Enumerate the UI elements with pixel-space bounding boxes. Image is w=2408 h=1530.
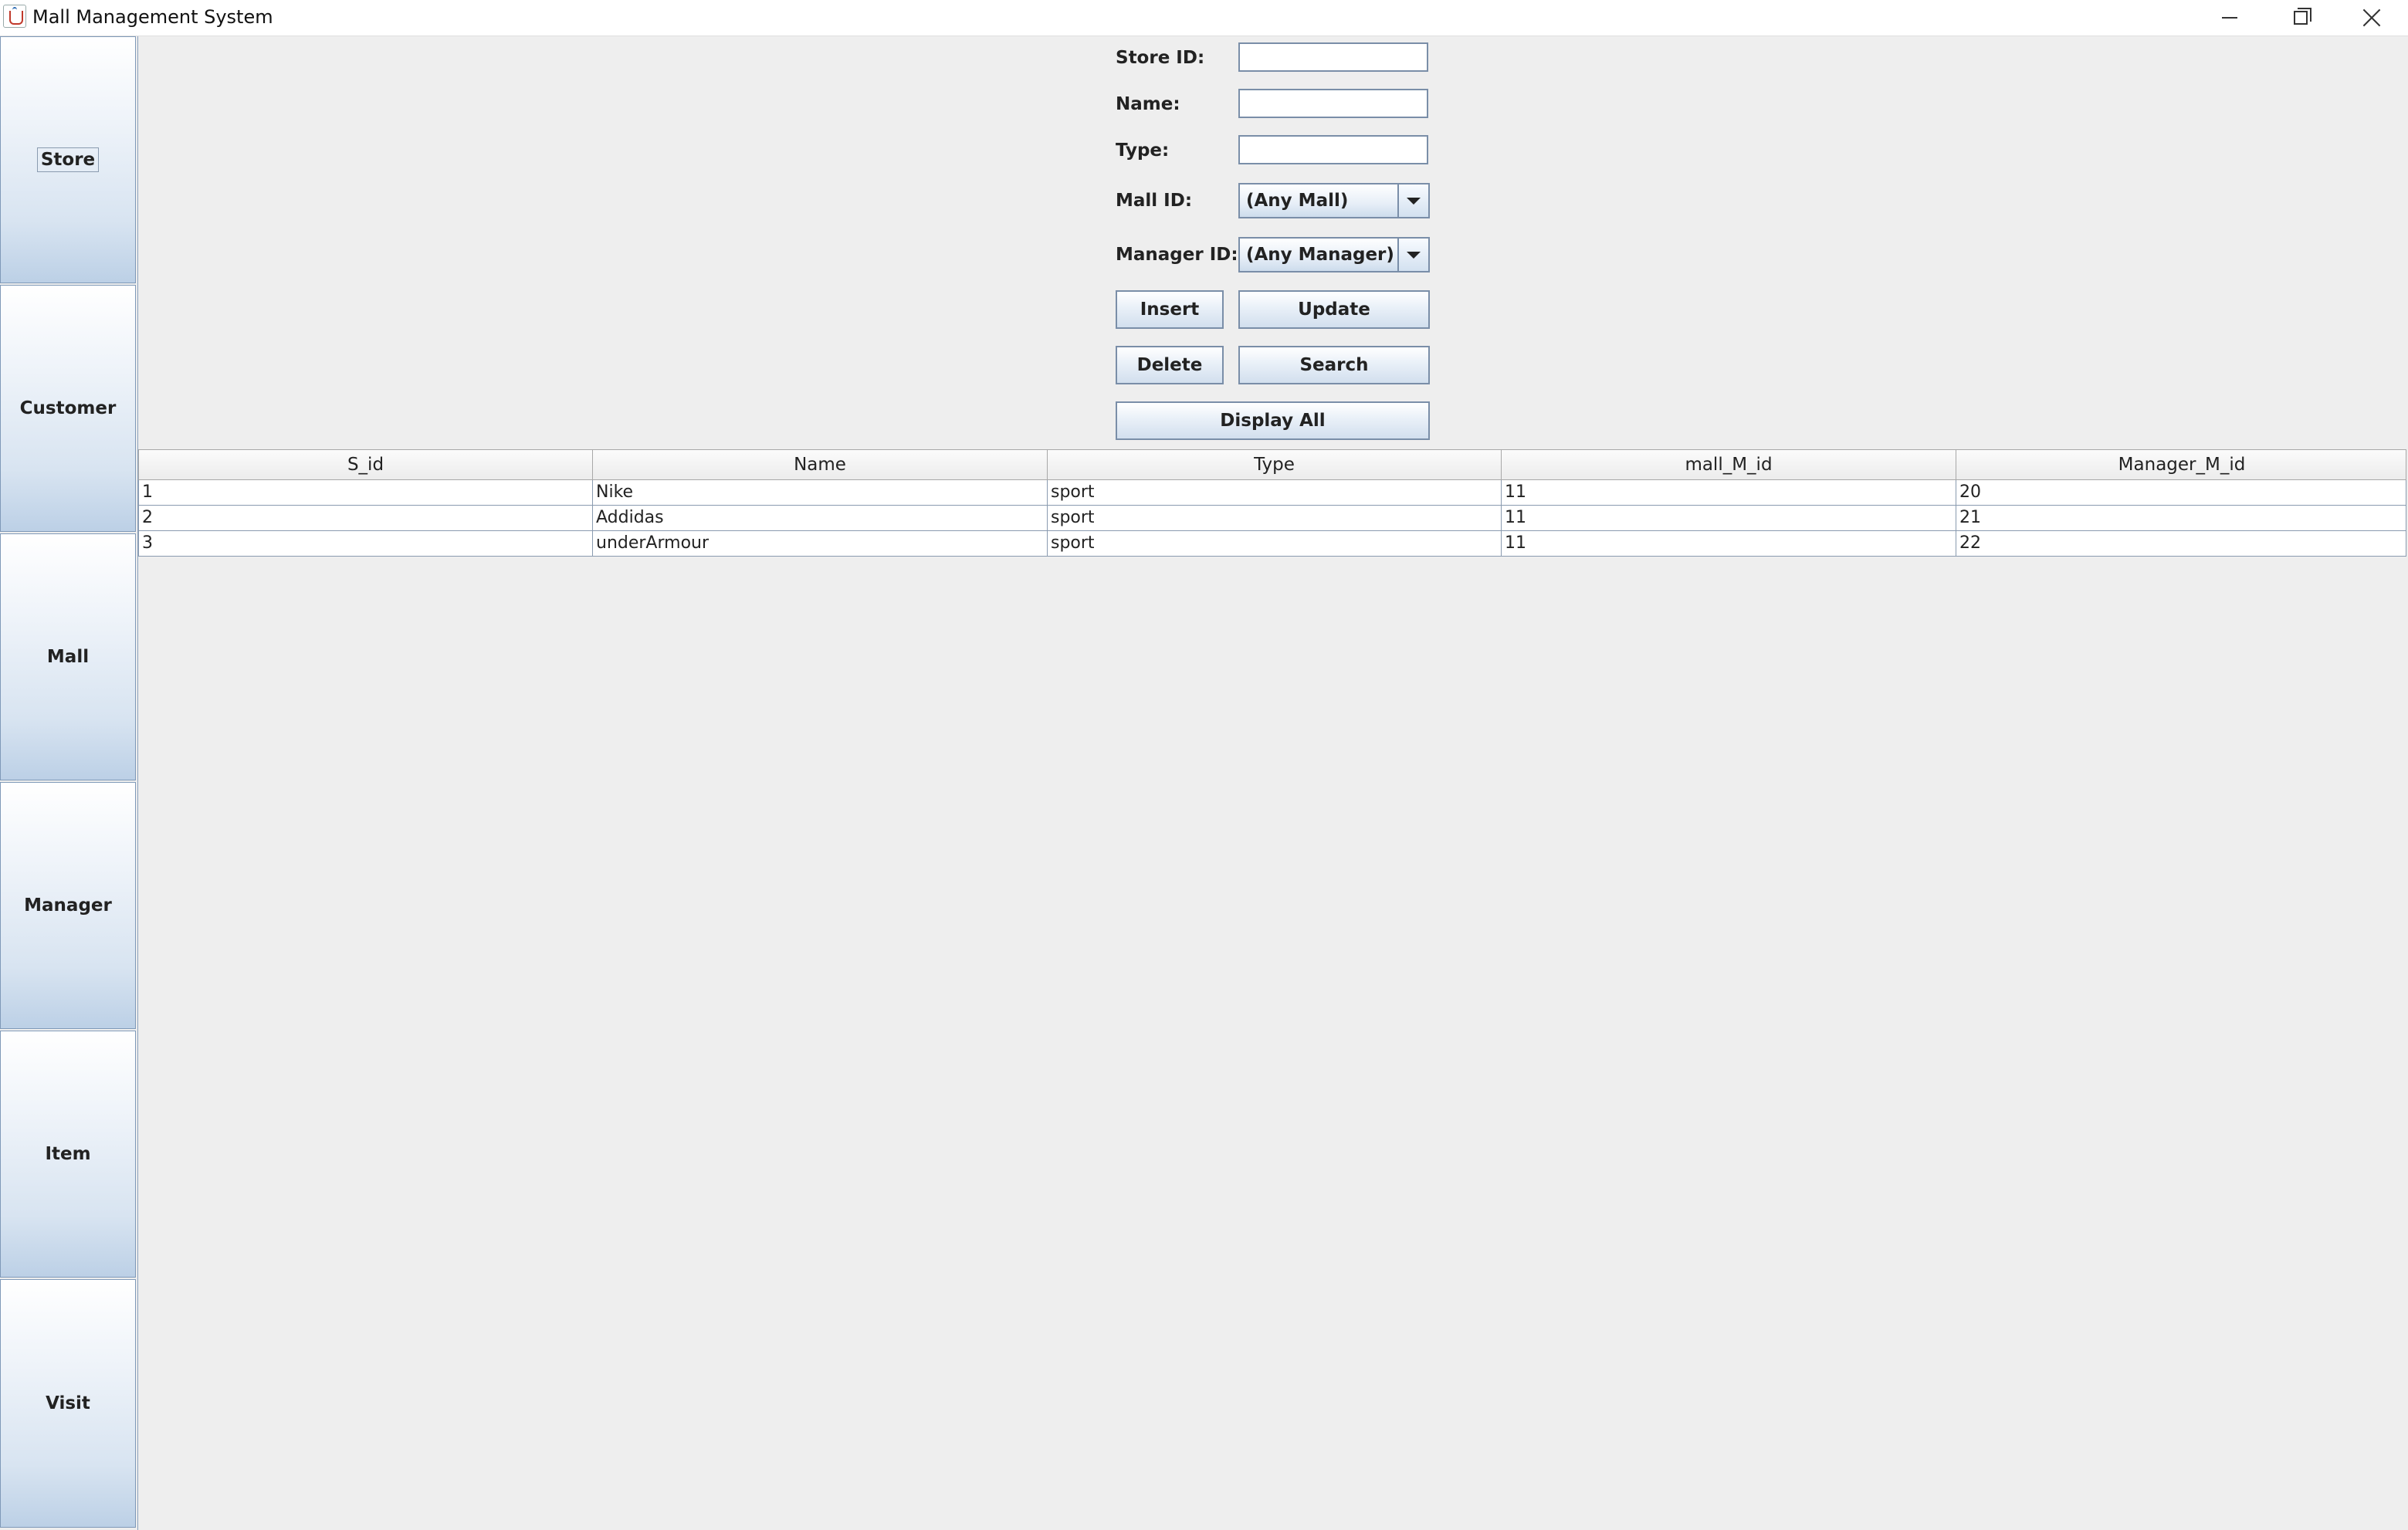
table-cell[interactable]: 11 xyxy=(1502,531,1956,556)
mall-id-label: Mall ID: xyxy=(1116,191,1193,211)
sidebar: Store Customer Mall Manager Item Visit xyxy=(0,36,137,1530)
insert-button[interactable]: Insert xyxy=(1116,290,1224,329)
java-app-icon xyxy=(3,5,26,28)
sidebar-item-label: Customer xyxy=(19,398,117,418)
store-table: S_id Name Type mall_M_id Manager_M_id 1 … xyxy=(138,449,2406,557)
manager-id-dropdown[interactable]: (Any Manager) xyxy=(1238,237,1430,272)
chevron-down-icon xyxy=(1407,251,1421,259)
table-cell[interactable]: 1 xyxy=(139,480,593,505)
sidebar-item-label: Manager xyxy=(24,895,112,916)
sidebar-item-label: Mall xyxy=(46,647,90,667)
maximize-button[interactable] xyxy=(2265,0,2336,36)
store-id-label: Store ID: xyxy=(1116,48,1205,68)
sidebar-item-manager[interactable]: Manager xyxy=(0,782,136,1029)
close-button[interactable] xyxy=(2336,0,2407,36)
table-cell[interactable]: 2 xyxy=(139,506,593,530)
minimize-button[interactable] xyxy=(2194,0,2265,36)
sidebar-item-mall[interactable]: Mall xyxy=(0,533,136,780)
display-all-button[interactable]: Display All xyxy=(1116,401,1430,440)
table-cell[interactable]: 3 xyxy=(139,531,593,556)
mall-id-selected: (Any Mall) xyxy=(1246,191,1349,211)
table-cell[interactable]: 11 xyxy=(1502,480,1956,505)
type-input[interactable] xyxy=(1238,135,1428,164)
table-cell[interactable]: Addidas xyxy=(593,506,1048,530)
table-row[interactable]: 2 Addidas sport 11 21 xyxy=(139,506,2406,531)
sidebar-item-visit[interactable]: Visit xyxy=(0,1279,136,1528)
column-header-type[interactable]: Type xyxy=(1048,450,1502,479)
table-cell[interactable]: Nike xyxy=(593,480,1048,505)
delete-button[interactable]: Delete xyxy=(1116,346,1224,384)
search-button[interactable]: Search xyxy=(1238,346,1430,384)
table-cell[interactable]: 21 xyxy=(1956,506,2407,530)
sidebar-item-item[interactable]: Item xyxy=(0,1031,136,1278)
minimize-icon xyxy=(2222,17,2237,19)
store-id-input[interactable] xyxy=(1238,42,1428,72)
table-cell[interactable]: 11 xyxy=(1502,506,1956,530)
table-row[interactable]: 3 underArmour sport 11 22 xyxy=(139,531,2406,557)
restore-icon xyxy=(2294,8,2311,25)
dropdown-arrow-button[interactable] xyxy=(1397,239,1428,271)
manager-id-selected: (Any Manager) xyxy=(1246,245,1394,265)
table-header: S_id Name Type mall_M_id Manager_M_id xyxy=(138,449,2406,480)
name-input[interactable] xyxy=(1238,89,1428,118)
table-body: 1 Nike sport 11 20 2 Addidas sport 11 21… xyxy=(138,480,2406,557)
table-cell[interactable]: 22 xyxy=(1956,531,2407,556)
name-label: Name: xyxy=(1116,94,1180,114)
update-button[interactable]: Update xyxy=(1238,290,1430,329)
table-cell[interactable]: sport xyxy=(1048,506,1502,530)
sidebar-item-label: Visit xyxy=(46,1393,90,1413)
sidebar-item-label: Item xyxy=(45,1144,91,1164)
column-header-s-id[interactable]: S_id xyxy=(139,450,593,479)
sidebar-item-customer[interactable]: Customer xyxy=(0,285,136,532)
table-cell[interactable]: underArmour xyxy=(593,531,1048,556)
sidebar-item-label: Store xyxy=(36,147,100,172)
content-divider xyxy=(137,36,138,1530)
manager-id-label: Manager ID: xyxy=(1116,245,1238,265)
window-title: Mall Management System xyxy=(32,6,273,28)
table-row[interactable]: 1 Nike sport 11 20 xyxy=(139,480,2406,506)
table-cell[interactable]: sport xyxy=(1048,480,1502,505)
sidebar-item-store[interactable]: Store xyxy=(0,36,136,283)
column-header-mall-m-id[interactable]: mall_M_id xyxy=(1502,450,1956,479)
dropdown-arrow-button[interactable] xyxy=(1397,184,1428,217)
table-cell[interactable]: 20 xyxy=(1956,480,2407,505)
mall-id-dropdown[interactable]: (Any Mall) xyxy=(1238,183,1430,218)
table-cell[interactable]: sport xyxy=(1048,531,1502,556)
title-bar: Mall Management System xyxy=(0,0,2408,36)
type-label: Type: xyxy=(1116,140,1170,161)
chevron-down-icon xyxy=(1407,197,1421,205)
column-header-name[interactable]: Name xyxy=(593,450,1048,479)
close-icon xyxy=(2362,8,2381,27)
column-header-manager-m-id[interactable]: Manager_M_id xyxy=(1956,450,2407,479)
